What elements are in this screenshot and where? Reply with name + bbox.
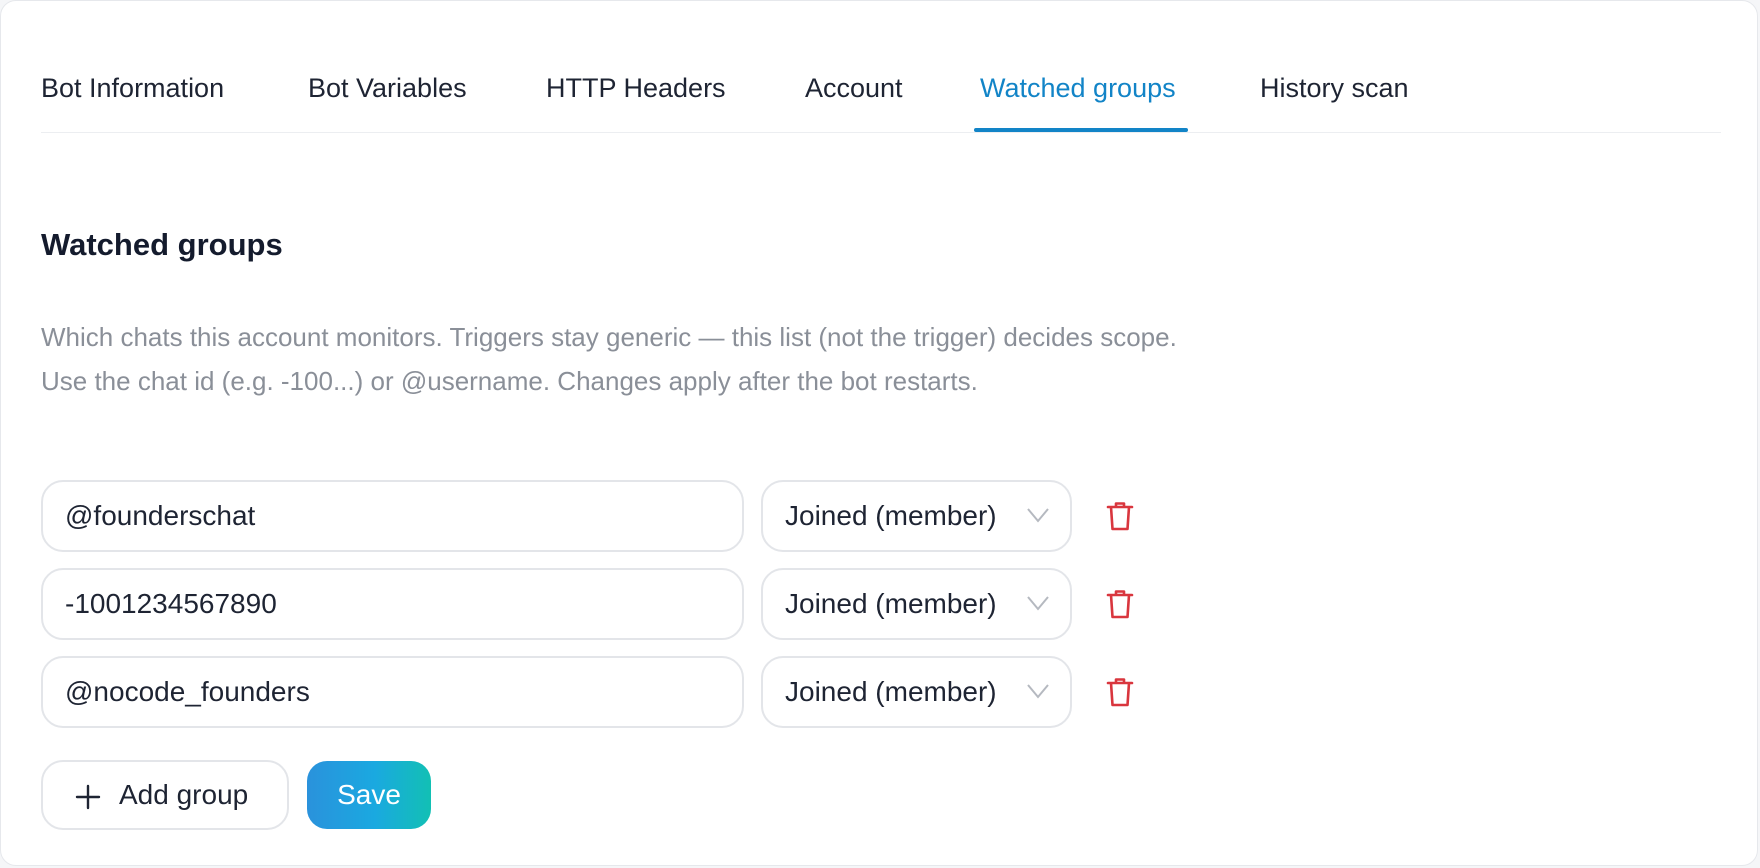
tab-watched-groups[interactable]: Watched groups (980, 73, 1176, 103)
membership-select-value: Joined (member) (785, 588, 997, 619)
trash-icon[interactable] (1105, 676, 1135, 708)
membership-select-value: Joined (member) (785, 676, 997, 707)
tab-bot-variables[interactable]: Bot Variables (308, 73, 467, 103)
tab-bar: Bot Information Bot Variables HTTP Heade… (41, 1, 1721, 133)
membership-select[interactable]: Joined (member) (761, 656, 1072, 728)
chevron-down-icon (1027, 684, 1049, 699)
section-title: Watched groups (41, 227, 283, 262)
tab-http-headers[interactable]: HTTP Headers (546, 73, 726, 103)
section-description: Which chats this account monitors. Trigg… (41, 322, 1177, 396)
active-tab-indicator (974, 128, 1188, 132)
membership-select[interactable]: Joined (member) (761, 568, 1072, 640)
group-row: Joined (member) (41, 480, 1141, 552)
membership-select-value: Joined (member) (785, 500, 997, 531)
tab-history-scan[interactable]: History scan (1260, 73, 1409, 103)
trash-icon[interactable] (1105, 588, 1135, 620)
group-id-input[interactable] (41, 480, 744, 552)
group-row: Joined (member) (41, 568, 1141, 640)
plus-icon (75, 784, 101, 810)
trash-icon[interactable] (1105, 500, 1135, 532)
tab-bot-information[interactable]: Bot Information (41, 73, 224, 103)
chevron-down-icon (1027, 596, 1049, 611)
group-row: Joined (member) (41, 656, 1141, 728)
add-group-button[interactable]: Add group (41, 760, 289, 830)
membership-select[interactable]: Joined (member) (761, 480, 1072, 552)
tab-account[interactable]: Account (805, 73, 903, 103)
save-button[interactable]: Save (307, 761, 431, 829)
group-id-input[interactable] (41, 568, 744, 640)
add-group-label: Add group (119, 779, 249, 810)
chevron-down-icon (1027, 508, 1049, 523)
settings-card: Bot Information Bot Variables HTTP Heade… (0, 0, 1758, 866)
group-id-input[interactable] (41, 656, 744, 728)
